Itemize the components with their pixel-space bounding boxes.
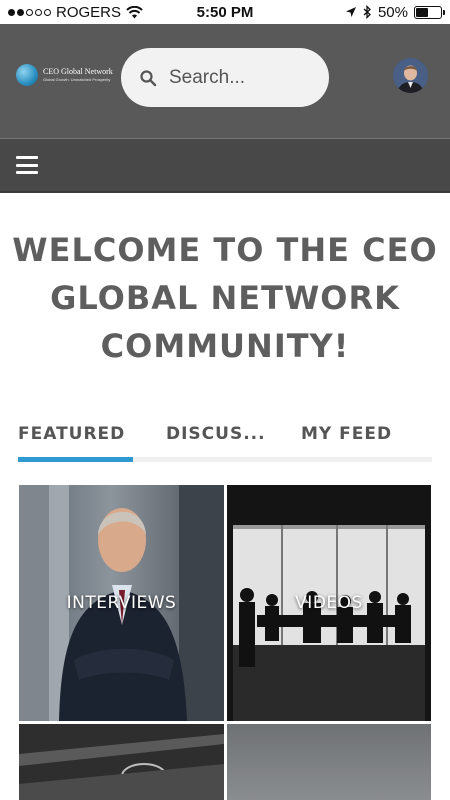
- location-arrow-icon: [345, 7, 356, 17]
- nav-bar: [0, 138, 450, 193]
- tile-4[interactable]: [227, 724, 431, 800]
- tile-label: VIDEOS: [295, 593, 363, 613]
- signal-strength-icon: [8, 8, 51, 16]
- wifi-icon: [126, 5, 143, 18]
- tile-interviews[interactable]: INTERVIEWS: [19, 485, 224, 721]
- tile-label: INTERVIEWS: [66, 593, 177, 613]
- tab-discussions[interactable]: DISCUS...: [166, 418, 301, 457]
- tab-my-feed[interactable]: MY FEED: [301, 418, 432, 457]
- status-left: ROGERS: [8, 4, 143, 21]
- tile-videos[interactable]: VIDEOS: [227, 485, 431, 721]
- logo-tagline: Global Growth. Unmatched Prosperity: [43, 77, 111, 82]
- carrier-name: ROGERS: [56, 3, 122, 21]
- battery-fill: [416, 7, 428, 17]
- search-box[interactable]: [121, 48, 329, 107]
- hamburger-menu-icon[interactable]: [16, 156, 38, 174]
- user-avatar[interactable]: [393, 58, 428, 93]
- search-input[interactable]: [169, 66, 309, 89]
- search-icon: [140, 69, 157, 86]
- bluetooth-icon: [363, 5, 371, 19]
- battery-icon: [414, 5, 445, 19]
- logo-name: CEO Global Network: [43, 67, 113, 76]
- status-right: 50%: [345, 3, 445, 21]
- laptop-photo: [19, 724, 224, 800]
- status-bar: ROGERS 5:50 PM 50%: [0, 0, 450, 24]
- app-header: CEO Global Network Global Growth. Unmatc…: [0, 24, 450, 138]
- battery-percent: 50%: [377, 3, 408, 21]
- tab-featured[interactable]: FEATURED: [18, 418, 166, 462]
- tab-bar: FEATURED DISCUS... MY FEED: [18, 418, 432, 462]
- avatar-image: [393, 58, 428, 93]
- welcome-title: WELCOME TO THE CEO GLOBAL NETWORK COMMUN…: [12, 231, 438, 365]
- logo[interactable]: CEO Global Network Global Growth. Unmatc…: [16, 64, 113, 86]
- globe-logo-icon: [16, 64, 38, 86]
- tile-3[interactable]: [19, 724, 224, 800]
- logo-text: CEO Global Network Global Growth. Unmatc…: [43, 68, 113, 82]
